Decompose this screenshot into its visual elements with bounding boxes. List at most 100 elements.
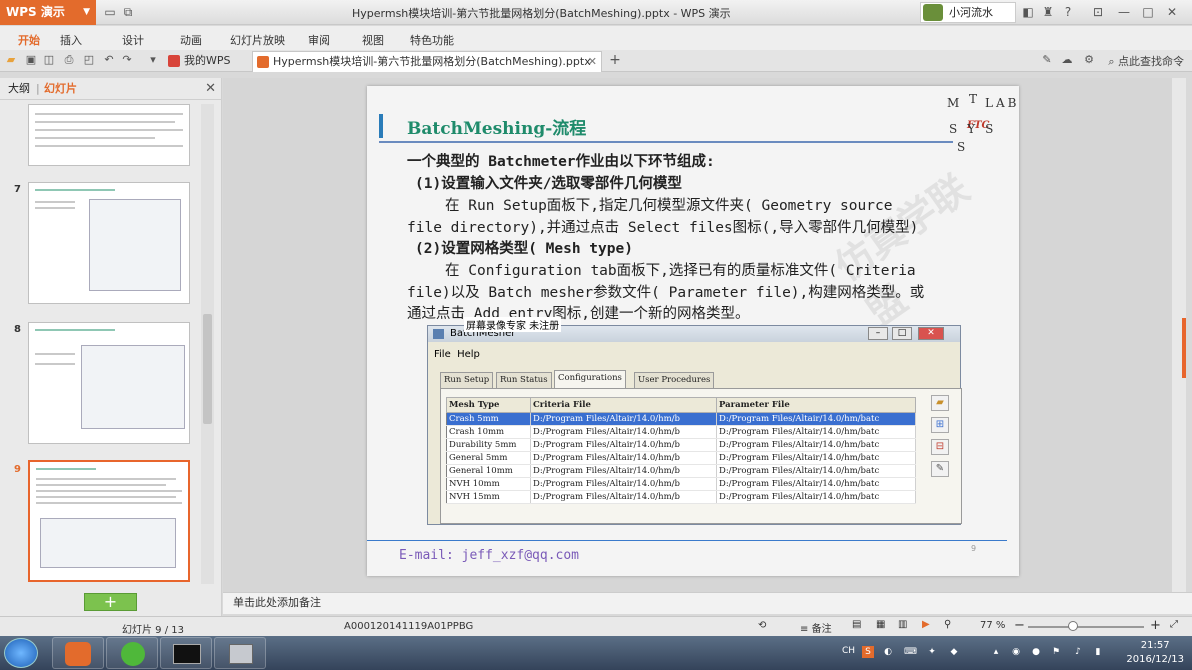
table-row[interactable]: NVH 10mm D:/Program Files/Altair/14.0/hm/…: [446, 477, 916, 491]
help-icon[interactable]: ?: [1060, 4, 1076, 20]
slide-thumbnail-7[interactable]: [28, 182, 190, 304]
tab-my-wps[interactable]: 我的WPS: [164, 51, 252, 72]
close-icon[interactable]: ✕: [1164, 4, 1180, 20]
tab-document[interactable]: Hypermsh模块培训-第六节批量网格划分(BatchMeshing).ppt…: [252, 51, 602, 72]
slide-thumbnail-6[interactable]: [28, 104, 190, 166]
canvas-scrollbar[interactable]: [1172, 78, 1186, 592]
taskbar-wps[interactable]: [52, 637, 104, 669]
pane-scrollbar[interactable]: [201, 104, 214, 584]
slide-thumbnail-9[interactable]: [28, 460, 190, 582]
start-button[interactable]: [4, 638, 38, 668]
tab-user-procedures[interactable]: User Procedures: [634, 372, 715, 388]
table-row[interactable]: General 10mm D:/Program Files/Altair/14.0…: [446, 464, 916, 478]
zoom-out-icon[interactable]: −: [1014, 618, 1025, 633]
skin-icon[interactable]: ◧: [1020, 4, 1036, 20]
table-row[interactable]: General 5mm D:/Program Files/Altair/14.0/…: [446, 451, 916, 465]
menu-features[interactable]: 特色功能: [410, 32, 454, 48]
menu-home[interactable]: 开始: [18, 32, 40, 48]
app-menu-button[interactable]: WPS 演示 ▼: [0, 0, 96, 25]
command-search[interactable]: ⌕ 点此查找命令: [1108, 53, 1184, 69]
zoom-slider-thumb[interactable]: [1068, 621, 1078, 631]
col-header[interactable]: Criteria File: [530, 397, 717, 413]
reset-icon[interactable]: ⟲: [758, 620, 766, 631]
volume-icon[interactable]: ♪: [1072, 646, 1084, 658]
tab-run-setup[interactable]: Run Setup: [440, 372, 494, 388]
normal-view-icon[interactable]: ▤: [852, 619, 861, 630]
add-entry-icon[interactable]: ⊞: [931, 417, 949, 433]
reading-view-icon[interactable]: ▥: [898, 619, 907, 630]
taskbar-cmd[interactable]: [160, 637, 212, 669]
minimize-icon[interactable]: –: [868, 327, 888, 340]
zoom-slider[interactable]: [1028, 626, 1144, 628]
remove-entry-icon[interactable]: ⊟: [931, 439, 949, 455]
flag-icon[interactable]: ⚑: [1050, 646, 1062, 658]
menu-design[interactable]: 设计: [122, 32, 144, 48]
fit-window-icon[interactable]: ⤢: [1170, 619, 1178, 630]
export-pdf-icon[interactable]: ◫: [42, 53, 56, 67]
print-icon[interactable]: ⎙: [62, 53, 76, 67]
language-indicator[interactable]: CH: [842, 646, 855, 656]
close-pane-icon[interactable]: ✕: [205, 78, 216, 100]
edit-entry-icon[interactable]: ✎: [931, 461, 949, 477]
ribbon-toggle-icon[interactable]: ⊡: [1090, 4, 1106, 20]
menu-insert[interactable]: 插入: [60, 32, 82, 48]
table-row[interactable]: Crash 5mm D:/Program Files/Altair/14.0/hm…: [446, 412, 916, 426]
cloud-icon[interactable]: ☁: [1060, 53, 1074, 67]
network-icon[interactable]: ▮: [1092, 646, 1104, 658]
open-folder-icon[interactable]: ▰: [931, 395, 949, 411]
save-icon[interactable]: ▣: [24, 53, 38, 67]
menu-file[interactable]: File: [434, 349, 451, 360]
user-account[interactable]: 小河流水: [920, 2, 1016, 23]
redo-icon[interactable]: ↷: [120, 53, 134, 67]
minimize-icon[interactable]: —: [1116, 4, 1132, 20]
col-header[interactable]: Mesh Type: [446, 397, 531, 413]
dropdown-icon[interactable]: ▾: [146, 53, 160, 67]
notes-toggle[interactable]: ≡ 备注: [800, 620, 832, 635]
maximize-icon[interactable]: □: [1140, 4, 1156, 20]
ime-icon[interactable]: S: [862, 646, 874, 658]
maximize-icon[interactable]: □: [892, 327, 912, 340]
menu-review[interactable]: 审阅: [308, 32, 330, 48]
settings-icon[interactable]: ⚙: [1082, 53, 1096, 67]
close-icon[interactable]: ✕: [918, 327, 944, 340]
close-tab-icon[interactable]: ✕: [588, 52, 597, 72]
taskbar-recorder[interactable]: [214, 637, 266, 669]
new-doc-icon[interactable]: ▭: [102, 4, 118, 20]
tab-outline[interactable]: 大纲: [8, 78, 30, 100]
menu-view[interactable]: 视图: [362, 32, 384, 48]
open-folder-icon[interactable]: ▰: [4, 53, 18, 67]
shirt-icon[interactable]: ♜: [1040, 4, 1056, 20]
tab-slides[interactable]: 幻灯片: [44, 78, 77, 100]
restore-icon[interactable]: ⧉: [120, 4, 136, 20]
clock[interactable]: 21:57 2016/12/13: [1126, 639, 1184, 667]
slide-thumbnail-8[interactable]: [28, 322, 190, 444]
new-tab-icon[interactable]: +: [608, 53, 622, 67]
tray-icon[interactable]: ▴: [990, 646, 1002, 658]
table-row[interactable]: NVH 15mm D:/Program Files/Altair/14.0/hm/…: [446, 490, 916, 504]
tray-icon[interactable]: ✦: [926, 646, 938, 658]
tray-icon[interactable]: ◆: [948, 646, 960, 658]
tray-icon[interactable]: ●: [1030, 646, 1042, 658]
keyboard-icon[interactable]: ⌨: [904, 646, 917, 658]
notes-area[interactable]: 单击此处添加备注: [223, 592, 1192, 614]
tab-configurations[interactable]: Configurations: [554, 370, 626, 388]
menu-help[interactable]: Help: [457, 349, 480, 360]
col-header[interactable]: Parameter File: [716, 397, 916, 413]
table-row[interactable]: Crash 10mm D:/Program Files/Altair/14.0/h…: [446, 425, 916, 439]
add-slide-button[interactable]: +: [84, 593, 137, 611]
zoom-in-icon[interactable]: +: [1150, 618, 1161, 633]
tab-run-status[interactable]: Run Status: [496, 372, 552, 388]
menu-animation[interactable]: 动画: [180, 32, 202, 48]
scroll-thumb[interactable]: [203, 314, 212, 424]
preview-icon[interactable]: ◰: [82, 53, 96, 67]
location-icon[interactable]: ⚲: [944, 619, 951, 630]
tray-icon[interactable]: ◉: [1010, 646, 1022, 658]
menu-slideshow[interactable]: 幻灯片放映: [230, 32, 285, 48]
brush-icon[interactable]: ✎: [1040, 53, 1054, 67]
sorter-view-icon[interactable]: ▦: [876, 619, 885, 630]
play-icon[interactable]: ▶: [922, 619, 930, 630]
zoom-level[interactable]: 77 %: [980, 620, 1005, 631]
table-row[interactable]: Durability 5mm D:/Program Files/Altair/14…: [446, 438, 916, 452]
tray-icon[interactable]: ◐: [882, 646, 894, 658]
undo-icon[interactable]: ↶: [102, 53, 116, 67]
